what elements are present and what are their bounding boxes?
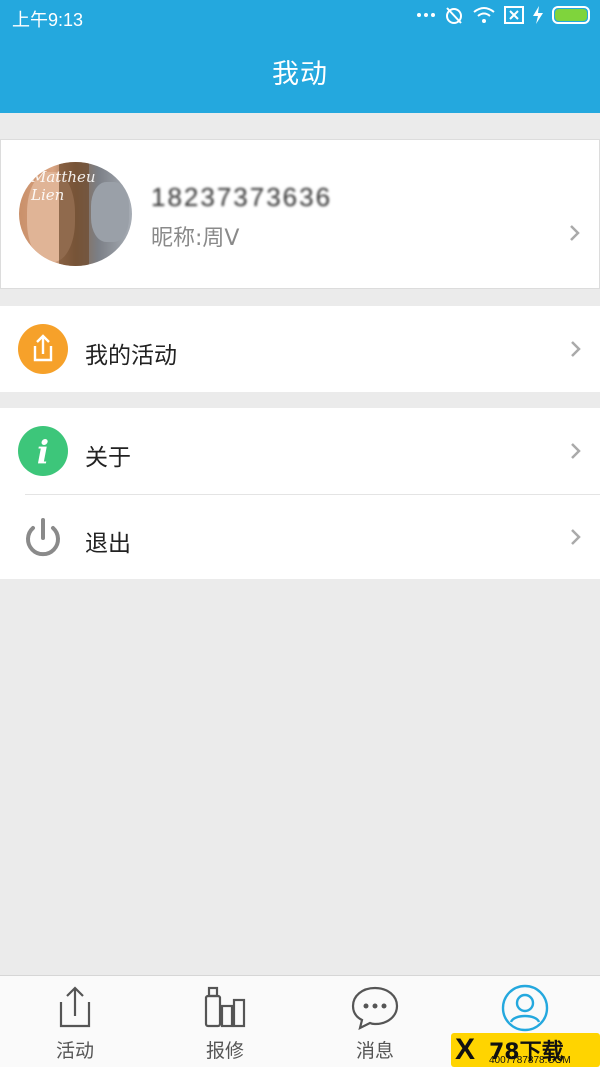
tab-messages[interactable]: 消息 xyxy=(300,976,450,1067)
chevron-right-icon xyxy=(571,341,581,357)
status-time: 上午9:13 xyxy=(12,10,84,30)
person-icon xyxy=(501,984,549,1032)
message-icon xyxy=(351,986,399,1030)
app-header: 上午9:13 我动 xyxy=(0,0,600,113)
settings-card: i 关于 退出 xyxy=(0,408,600,579)
power-icon xyxy=(18,512,68,562)
logout-row[interactable]: 退出 xyxy=(0,494,600,580)
my-activities-label: 我的活动 xyxy=(85,343,177,369)
more-dots-icon xyxy=(417,13,435,17)
share-icon xyxy=(18,324,68,374)
chevron-right-icon xyxy=(571,529,581,545)
chevron-right-icon xyxy=(571,443,581,459)
chevron-right-icon xyxy=(570,225,580,241)
my-activities-row[interactable]: 我的活动 xyxy=(0,306,600,392)
tab-repair[interactable]: 报修 xyxy=(150,976,300,1067)
svg-text:i: i xyxy=(37,433,49,471)
page-title: 我动 xyxy=(272,59,328,90)
alarm-off-icon xyxy=(446,7,462,24)
phone-number: 18237373636 xyxy=(151,182,333,212)
avatar: Mattheu Lien xyxy=(19,162,132,266)
sim-off-icon xyxy=(504,6,524,24)
status-icons xyxy=(417,5,592,25)
about-label: 关于 xyxy=(85,445,131,471)
share-icon xyxy=(59,986,91,1028)
info-icon: i xyxy=(18,426,68,476)
nickname: 昵称:周V xyxy=(151,226,240,251)
tab-label: 报修 xyxy=(205,1040,244,1062)
profile-card[interactable]: Mattheu Lien 18237373636 昵称:周V xyxy=(0,139,600,289)
my-activities-card: 我的活动 xyxy=(0,306,600,392)
logout-label: 退出 xyxy=(85,531,131,557)
battery-icon xyxy=(552,6,590,24)
watermark-logo: X 78下载 4007787878.COM xyxy=(451,1033,600,1067)
charging-icon xyxy=(533,6,543,24)
status-bar: 上午9:13 xyxy=(0,0,600,34)
repair-icon xyxy=(204,986,246,1028)
tab-label: 活动 xyxy=(55,1040,94,1062)
avatar-signature: Mattheu Lien xyxy=(31,168,96,204)
watermark-url: 4007787878.COM xyxy=(489,1055,571,1066)
wifi-icon xyxy=(473,7,495,23)
tab-activities[interactable]: 活动 xyxy=(0,976,150,1067)
about-row[interactable]: i 关于 xyxy=(0,408,600,494)
tab-label: 消息 xyxy=(355,1040,394,1062)
